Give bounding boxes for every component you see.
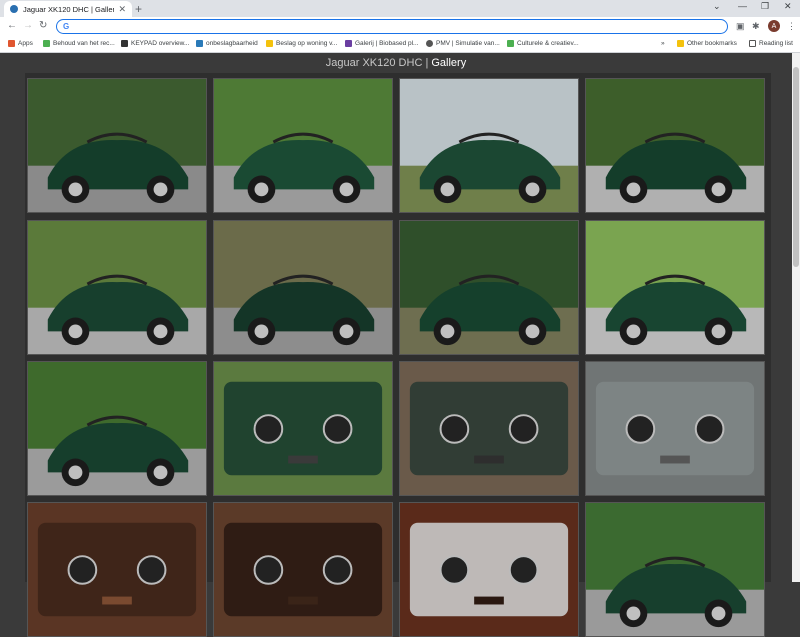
globe-icon: [426, 40, 433, 47]
gallery-thumbnail-car-front-angle[interactable]: [585, 78, 765, 213]
gallery-thumbnail-car-side-convertible[interactable]: [27, 361, 207, 496]
gallery-thumbnail-car-top-up[interactable]: [585, 502, 765, 637]
bookmark-item[interactable]: Behoud van het rec...: [43, 40, 115, 47]
bookmark-item[interactable]: Culturele & creatiev...: [507, 40, 579, 47]
bookmark-item[interactable]: onbeslagbaarheid: [196, 40, 258, 47]
bookmark-apps[interactable]: Apps: [8, 40, 33, 47]
browser-toolbar: ← → ↻ G ▣ ✱ A ⋮: [0, 17, 800, 36]
bookmark-item[interactable]: PMV | Simulatie van...: [426, 40, 500, 47]
bookmark-other[interactable]: Other bookmarks: [677, 40, 737, 47]
gallery-thumbnail-dashboard[interactable]: [27, 502, 207, 637]
browser-chrome: Jaguar XK120 DHC | Gallery ✕ + ⌄ — ❐ ✕ ←…: [0, 0, 800, 53]
page-scrollbar[interactable]: [792, 53, 800, 582]
menu-icon[interactable]: ⋮: [787, 21, 796, 32]
gallery-thumbnail-car-front-side[interactable]: [585, 220, 765, 355]
apps-icon: [8, 40, 15, 47]
tab-strip: Jaguar XK120 DHC | Gallery ✕ + ⌄ — ❐ ✕: [0, 0, 800, 17]
window-close-icon[interactable]: ✕: [784, 1, 792, 12]
gallery-thumbnail-door-interior[interactable]: [213, 361, 393, 496]
maximize-icon[interactable]: ❐: [761, 1, 769, 12]
forward-icon[interactable]: →: [23, 20, 33, 31]
address-input[interactable]: [73, 22, 727, 31]
extension-icon[interactable]: ▣: [736, 21, 745, 32]
close-tab-icon[interactable]: ✕: [118, 4, 126, 15]
gallery-thumbnail-car-side-open[interactable]: [213, 78, 393, 213]
leaf-icon: [43, 40, 50, 47]
leaf-icon: [507, 40, 514, 47]
gallery-thumbnail-car-front-three-quarter[interactable]: [27, 78, 207, 213]
new-tab-icon[interactable]: +: [135, 2, 142, 16]
page-viewport: Jaguar XK120 DHC | Gallery: [0, 53, 792, 637]
bookmark-reading-list[interactable]: Reading list: [749, 40, 793, 47]
scrollbar-thumb[interactable]: [793, 67, 799, 267]
gallery-thumbnail-door-panel[interactable]: [399, 361, 579, 496]
bookmarks-bar: Apps Behoud van het rec... KEYPAD overvi…: [0, 36, 800, 53]
gallery-thumbnail-seat-interior[interactable]: [585, 361, 765, 496]
active-tab[interactable]: Jaguar XK120 DHC | Gallery ✕: [4, 1, 132, 17]
bookmark-item[interactable]: Galerij | Biobased pl...: [345, 40, 418, 47]
google-icon: G: [63, 22, 70, 31]
address-bar[interactable]: G: [56, 19, 728, 34]
gallery-thumbnail-radio-console[interactable]: [399, 502, 579, 637]
back-icon[interactable]: ←: [7, 20, 17, 31]
gallery-icon: [345, 40, 352, 47]
tab-search-icon[interactable]: ⌄: [713, 1, 721, 12]
gallery-thumbnail-car-side-profile[interactable]: [399, 78, 579, 213]
bookmark-item[interactable]: Beslag op woning v...: [266, 40, 337, 47]
gallery-thumbnail-car-front-grille[interactable]: [399, 220, 579, 355]
reload-icon[interactable]: ↻: [39, 20, 47, 31]
bookmark-icon: [266, 40, 273, 47]
bookmark-item[interactable]: KEYPAD overview...: [121, 40, 189, 47]
gallery-thumbnail-dashboard-gauges[interactable]: [213, 502, 393, 637]
bookmarks-overflow[interactable]: »: [661, 40, 665, 47]
minimize-icon[interactable]: —: [738, 1, 747, 11]
page-title: Jaguar XK120 DHC | Gallery: [325, 57, 467, 69]
avatar[interactable]: A: [768, 20, 780, 32]
favicon-icon: [10, 5, 18, 13]
gallery-grid: [25, 73, 771, 637]
tab-title: Jaguar XK120 DHC | Gallery: [23, 4, 115, 14]
n-icon: [196, 40, 203, 47]
gallery-thumbnail-car-rear[interactable]: [213, 220, 393, 355]
gallery-thumbnail-car-rear-three-quarter[interactable]: [27, 220, 207, 355]
folder-icon: [677, 40, 684, 47]
reading-list-icon: [749, 40, 756, 47]
puzzle-icon[interactable]: ✱: [752, 21, 760, 32]
keypad-icon: [121, 40, 128, 47]
